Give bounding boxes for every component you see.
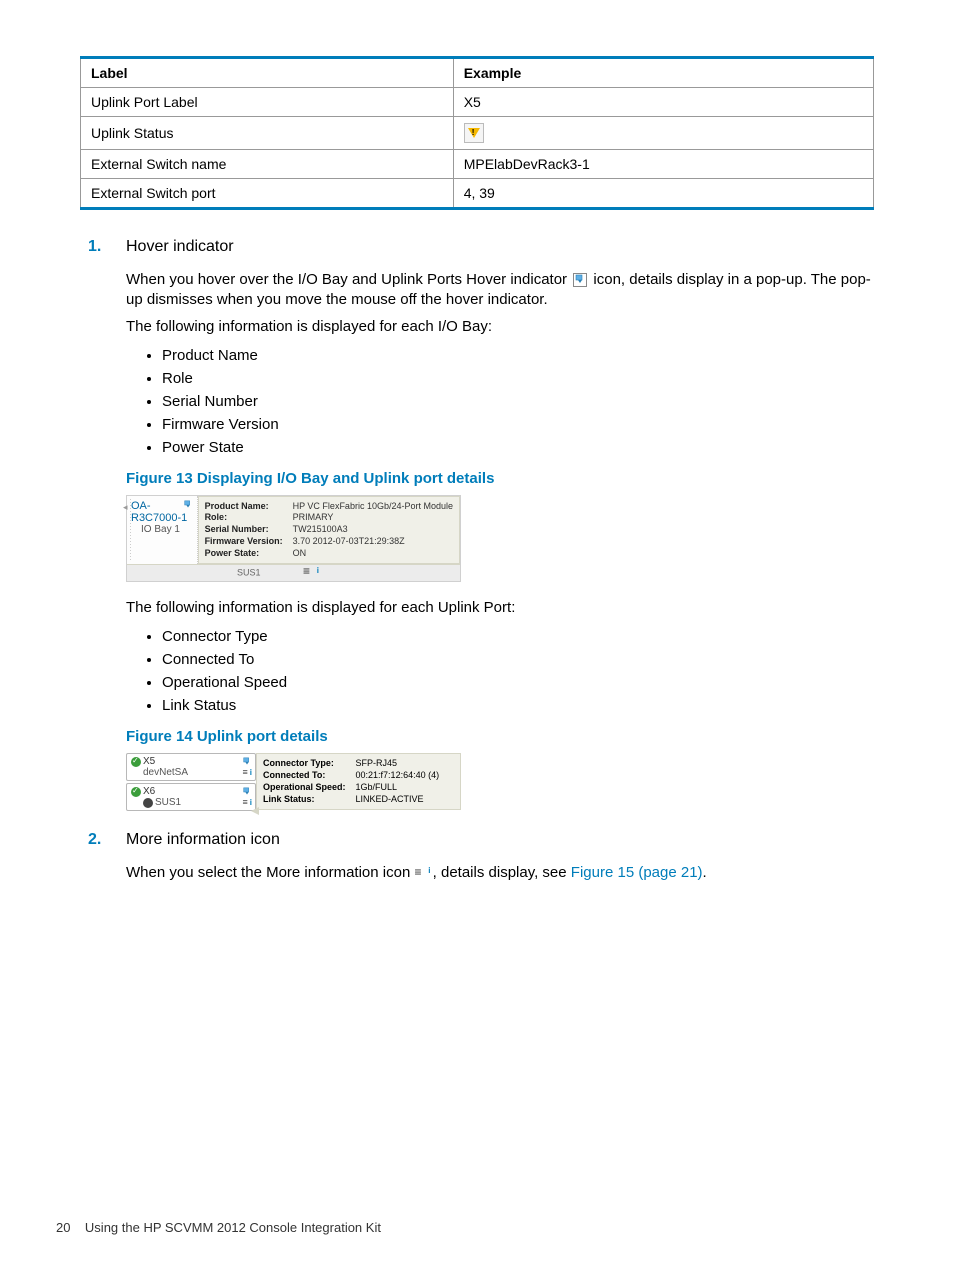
warning-triangle-icon: ! [464, 123, 484, 143]
step-2-paragraph: When you select the More information ico… [126, 863, 874, 883]
collapse-arrow-icon: ◂ [123, 502, 128, 513]
label-example-table: Label Example Uplink Port Label X5 Uplin… [80, 56, 874, 210]
figure-14: X5 devNetSA ≡i X6 SUS1 ≡i [126, 753, 461, 813]
figure-14-port-x5: X5 devNetSA ≡i [126, 753, 256, 781]
step-1-paragraph-2: The following information is displayed f… [126, 317, 874, 337]
figure-14-caption: Figure 14 Uplink port details [126, 728, 874, 745]
figure-13-caption: Figure 13 Displaying I/O Bay and Uplink … [126, 470, 874, 487]
figure-14-port-x6: X6 SUS1 ≡i [126, 783, 256, 811]
page-footer: 20 Using the HP SCVMM 2012 Console Integ… [56, 1220, 381, 1235]
iobay-details-list: Product Name Role Serial Number Firmware… [162, 347, 874, 456]
step-2-more-information: 2. More information icon When you select… [88, 831, 874, 883]
table-header-example: Example [453, 58, 873, 88]
figure-13: ◂ OA-R3C7000-1 IO Bay 1 Product Name: Ro… [126, 495, 461, 582]
figure-13-tooltip: Product Name: Role: Serial Number: Firmw… [198, 496, 460, 564]
table-row: Uplink Port Label X5 [81, 88, 874, 117]
step-2-title: More information icon [126, 831, 280, 848]
figure-14-tooltip: Connector Type: Connected To: Operationa… [256, 753, 461, 810]
more-info-icon: i [303, 567, 317, 579]
table-row: External Switch port 4, 39 [81, 179, 874, 209]
figure-13-bottom-label: SUS1 [237, 568, 261, 578]
step-1-title: Hover indicator [126, 238, 234, 255]
hover-indicator-icon [573, 273, 587, 287]
table-row: External Switch name MPElabDevRack3-1 [81, 150, 874, 179]
hover-indicator-icon [183, 500, 193, 513]
uplink-port-details-list: Connector Type Connected To Operational … [162, 628, 874, 714]
step-1-hover-indicator: 1. Hover indicator When you hover over t… [88, 238, 874, 813]
step-1-paragraph-1: When you hover over the I/O Bay and Upli… [126, 270, 874, 311]
check-ok-icon [131, 757, 141, 767]
step-1-paragraph-3: The following information is displayed f… [126, 598, 874, 618]
more-info-icon: i [414, 867, 428, 879]
status-circle-icon [143, 798, 153, 808]
figure-13-tree: ◂ OA-R3C7000-1 IO Bay 1 [127, 496, 198, 564]
figure-15-link[interactable]: Figure 15 (page 21) [571, 864, 703, 881]
table-header-label: Label [81, 58, 454, 88]
check-ok-icon [131, 787, 141, 797]
table-row: Uplink Status ! [81, 117, 874, 150]
